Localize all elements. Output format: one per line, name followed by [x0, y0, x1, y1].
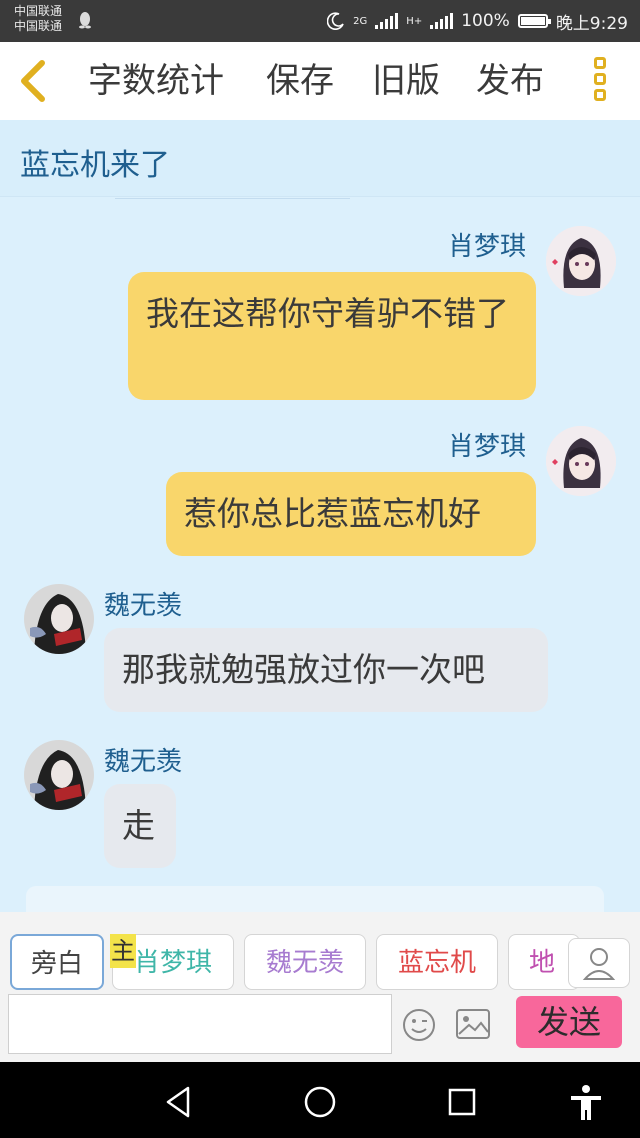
qq-penguin-icon — [79, 12, 91, 29]
role-xiaomengqi-label: 肖梦琪 — [133, 948, 212, 978]
role-weiwuxian[interactable]: 魏无羡 — [244, 934, 366, 990]
main-character-tag: 主 — [110, 934, 136, 968]
sender-name: 魏无羡 — [104, 591, 183, 621]
avatar-xiaomengqi[interactable] — [546, 226, 616, 296]
carrier-1: 中国联通 — [14, 4, 63, 18]
avatar-weiwuxian[interactable] — [24, 740, 94, 810]
avatar-xiaomengqi[interactable] — [546, 426, 616, 496]
send-button[interactable]: 发送 — [516, 996, 622, 1048]
avatar-weiwuxian[interactable] — [24, 584, 94, 654]
system-nav-bar — [0, 1062, 640, 1138]
image-icon[interactable] — [455, 1008, 491, 1040]
old-version-button[interactable]: 旧版 — [372, 60, 440, 102]
role-lanwangji[interactable]: 蓝忘机 — [376, 934, 498, 990]
battery-percent: 100% — [461, 11, 510, 31]
avatar-weiwuxian-image — [24, 740, 94, 810]
title-divider — [115, 198, 350, 199]
status-indicators: 2G H+ 100% 晚上9:29 — [327, 0, 628, 42]
signal-2-icon — [430, 13, 454, 29]
emoji-icon[interactable] — [402, 1008, 436, 1042]
net-type-2: H+ — [406, 15, 423, 27]
sender-name: 魏无羡 — [104, 747, 183, 777]
avatar-weiwuxian-image — [24, 584, 94, 654]
battery-icon — [517, 14, 551, 28]
chapter-title-row[interactable]: 蓝忘机来了 — [0, 120, 640, 197]
word-count-button[interactable]: 字数统计 — [88, 60, 224, 102]
accessibility-icon[interactable] — [566, 1082, 606, 1122]
status-bar: 中国联通 中国联通 2G H+ 100% 晚上9:29 — [0, 0, 640, 42]
message-bubble[interactable]: 走 — [104, 784, 176, 868]
save-button[interactable]: 保存 — [266, 60, 334, 102]
person-icon — [582, 948, 616, 980]
home-circle-icon[interactable] — [300, 1082, 340, 1122]
recents-square-icon[interactable] — [442, 1082, 482, 1122]
top-toolbar: 字数统计 保存 旧版 发布 — [0, 42, 640, 120]
add-role-button[interactable] — [568, 938, 630, 988]
chapter-title: 蓝忘机来了 — [20, 148, 170, 183]
net-type-1: 2G — [353, 15, 368, 27]
message-bubble[interactable]: 我在这帮你守着驴不错了 — [128, 272, 536, 400]
message-input[interactable] — [8, 994, 392, 1054]
avatar-xiaomengqi-image — [546, 226, 616, 296]
message-bubble[interactable]: 惹你总比惹蓝忘机好 — [166, 472, 536, 556]
back-triangle-icon[interactable] — [160, 1082, 200, 1122]
carrier-labels: 中国联通 中国联通 — [14, 4, 62, 34]
publish-button[interactable]: 发布 — [476, 60, 544, 102]
sender-name: 肖梦琪 — [448, 432, 527, 462]
moon-icon — [327, 12, 344, 30]
avatar-xiaomengqi-image — [546, 426, 616, 496]
signal-1-icon — [375, 13, 399, 29]
carrier-2: 中国联通 — [14, 19, 63, 33]
more-vertical-icon[interactable] — [594, 57, 614, 107]
clock: 晚上9:29 — [555, 13, 628, 34]
back-chevron-icon[interactable] — [14, 57, 54, 105]
role-narrator[interactable]: 旁白 — [10, 934, 104, 990]
message-bubble[interactable]: 那我就勉强放过你一次吧 — [104, 628, 548, 712]
sender-name: 肖梦琪 — [448, 232, 527, 262]
